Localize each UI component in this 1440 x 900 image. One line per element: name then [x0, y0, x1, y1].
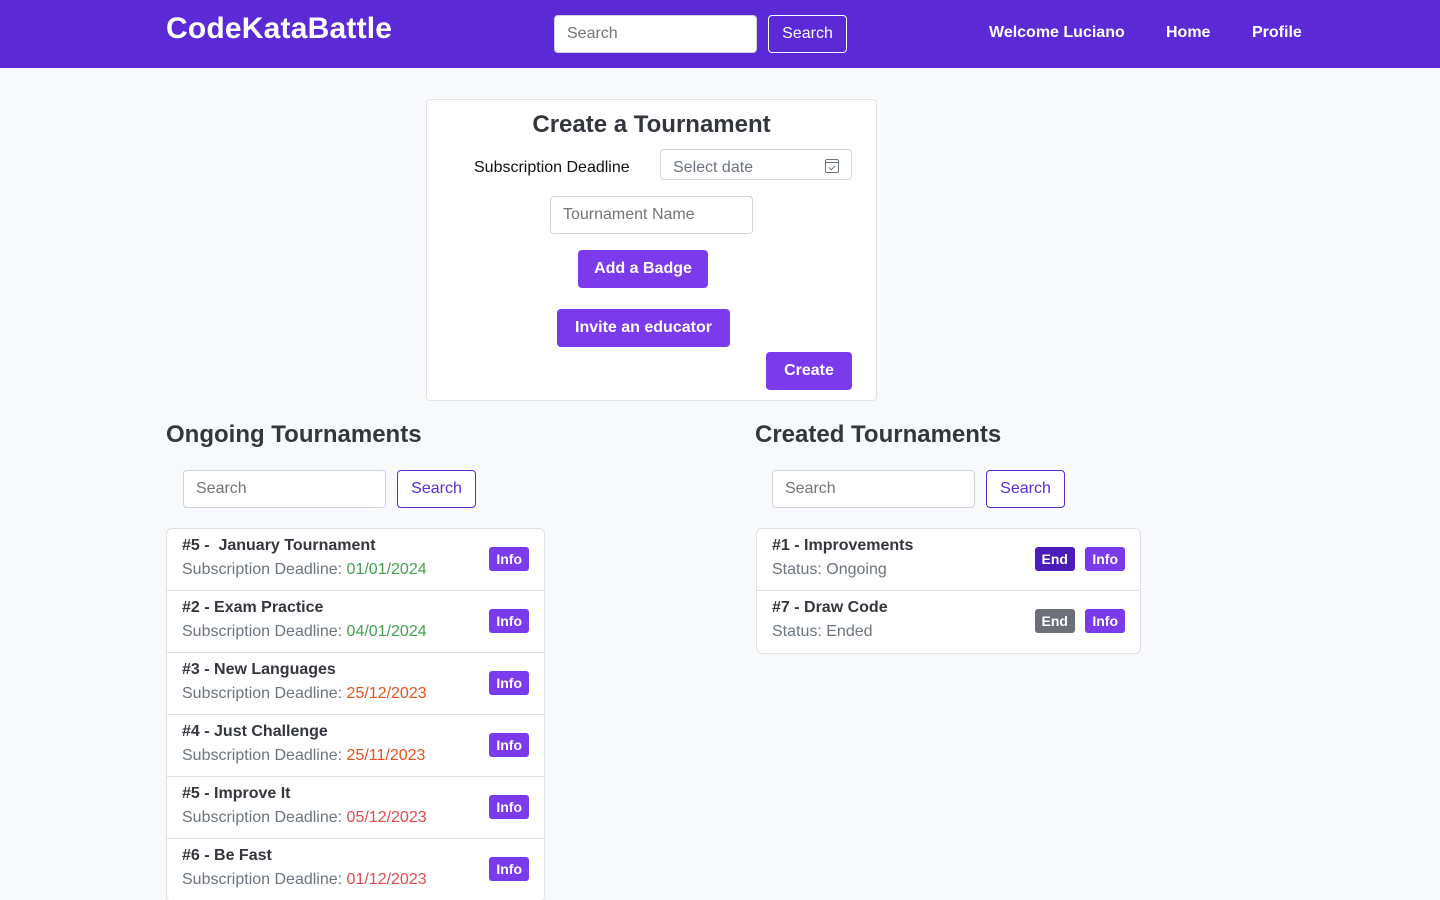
end-button[interactable]: End — [1034, 609, 1075, 633]
subscription-deadline-label: Subscription Deadline — [474, 159, 630, 176]
created-search-input[interactable] — [772, 470, 975, 508]
deadline-date: 25/12/2023 — [346, 685, 427, 702]
deadline-prefix: Subscription Deadline: — [182, 623, 347, 640]
list-item: #6 - Be Fast Subscription Deadline: 01/12… — [167, 839, 544, 900]
nav-home-link[interactable]: Home — [1166, 24, 1210, 42]
list-item: #7 - Draw Code Status: Ended End Info — [757, 591, 1140, 653]
date-placeholder: Select date — [673, 159, 754, 176]
subscription-deadline-text: Subscription Deadline: 05/12/2023 — [182, 809, 427, 827]
info-button[interactable]: Info — [489, 547, 529, 571]
nav-welcome-link[interactable]: Welcome Luciano — [989, 24, 1125, 42]
deadline-date: 01/12/2023 — [346, 871, 427, 888]
tournament-status: Status: Ended — [772, 623, 873, 640]
tournament-title: #1 - Improvements — [772, 537, 914, 554]
info-button[interactable]: Info — [489, 671, 529, 695]
list-item: #2 - Exam Practice Subscription Deadline:… — [167, 591, 544, 653]
info-button[interactable]: Info — [1085, 547, 1125, 571]
info-button[interactable]: Info — [1085, 609, 1125, 633]
create-tournament-card: Create a Tournament Subscription Deadlin… — [426, 99, 877, 401]
create-button[interactable]: Create — [766, 352, 852, 390]
info-button[interactable]: Info — [489, 733, 529, 757]
created-tournaments-list: #1 - Improvements Status: Ongoing End Info #… — [756, 528, 1141, 654]
add-badge-button[interactable]: Add a Badge — [578, 250, 708, 288]
list-item: #5 - January Tournament Subscription Dead… — [167, 529, 544, 591]
list-item: #3 - New Languages Subscription Deadline:… — [167, 653, 544, 715]
list-item: #4 - Just Challenge Subscription Deadline… — [167, 715, 544, 777]
tournament-title: #5 - January Tournament — [182, 537, 376, 554]
navbar: CodeKataBattle Search Welcome Luciano Ho… — [0, 0, 1440, 68]
tournament-title: #6 - Be Fast — [182, 847, 272, 864]
tournament-title: #7 - Draw Code — [772, 599, 888, 616]
deadline-prefix: Subscription Deadline: — [182, 685, 347, 702]
subscription-deadline-text: Subscription Deadline: 25/11/2023 — [182, 747, 425, 765]
nav-search-input[interactable] — [554, 15, 757, 53]
list-item: #5 - Improve It Subscription Deadline: 05… — [167, 777, 544, 839]
brand-logo[interactable]: CodeKataBattle — [166, 12, 392, 46]
info-button[interactable]: Info — [489, 609, 529, 633]
subscription-deadline-text: Subscription Deadline: 01/01/2024 — [182, 561, 427, 579]
nav-profile-link[interactable]: Profile — [1252, 24, 1302, 42]
ongoing-search-button[interactable]: Search — [397, 470, 476, 508]
create-tournament-title: Create a Tournament — [532, 111, 771, 138]
subscription-deadline-date-input[interactable]: Select date — [660, 149, 852, 180]
ongoing-tournaments-title: Ongoing Tournaments — [166, 421, 422, 448]
deadline-prefix: Subscription Deadline: — [182, 809, 347, 826]
deadline-prefix: Subscription Deadline: — [182, 561, 347, 578]
info-button[interactable]: Info — [489, 857, 529, 881]
subscription-deadline-text: Subscription Deadline: 04/01/2024 — [182, 623, 427, 641]
tournament-name-input[interactable] — [550, 196, 753, 234]
ongoing-tournaments-list: #5 - January Tournament Subscription Dead… — [166, 528, 545, 900]
calendar-icon[interactable] — [825, 159, 839, 173]
end-button[interactable]: End — [1034, 547, 1075, 571]
deadline-date: 05/12/2023 — [346, 809, 427, 826]
tournament-status: Status: Ongoing — [772, 561, 887, 578]
tournament-title: #4 - Just Challenge — [182, 723, 328, 740]
deadline-prefix: Subscription Deadline: — [182, 871, 347, 888]
deadline-date: 01/01/2024 — [346, 561, 427, 578]
ongoing-search-input[interactable] — [183, 470, 386, 508]
subscription-deadline-text: Subscription Deadline: 25/12/2023 — [182, 685, 427, 703]
invite-educator-button[interactable]: Invite an educator — [557, 309, 730, 347]
deadline-date: 25/11/2023 — [346, 747, 426, 764]
tournament-title: #3 - New Languages — [182, 661, 336, 678]
created-tournaments-title: Created Tournaments — [755, 421, 1002, 448]
nav-search-button[interactable]: Search — [768, 15, 847, 53]
deadline-date: 04/01/2024 — [346, 623, 427, 640]
info-button[interactable]: Info — [489, 795, 529, 819]
subscription-deadline-text: Subscription Deadline: 01/12/2023 — [182, 871, 427, 889]
list-item: #1 - Improvements Status: Ongoing End Info — [757, 529, 1140, 591]
tournament-title: #2 - Exam Practice — [182, 599, 324, 616]
tournament-title: #5 - Improve It — [182, 785, 291, 802]
created-search-button[interactable]: Search — [986, 470, 1065, 508]
deadline-prefix: Subscription Deadline: — [182, 747, 347, 764]
